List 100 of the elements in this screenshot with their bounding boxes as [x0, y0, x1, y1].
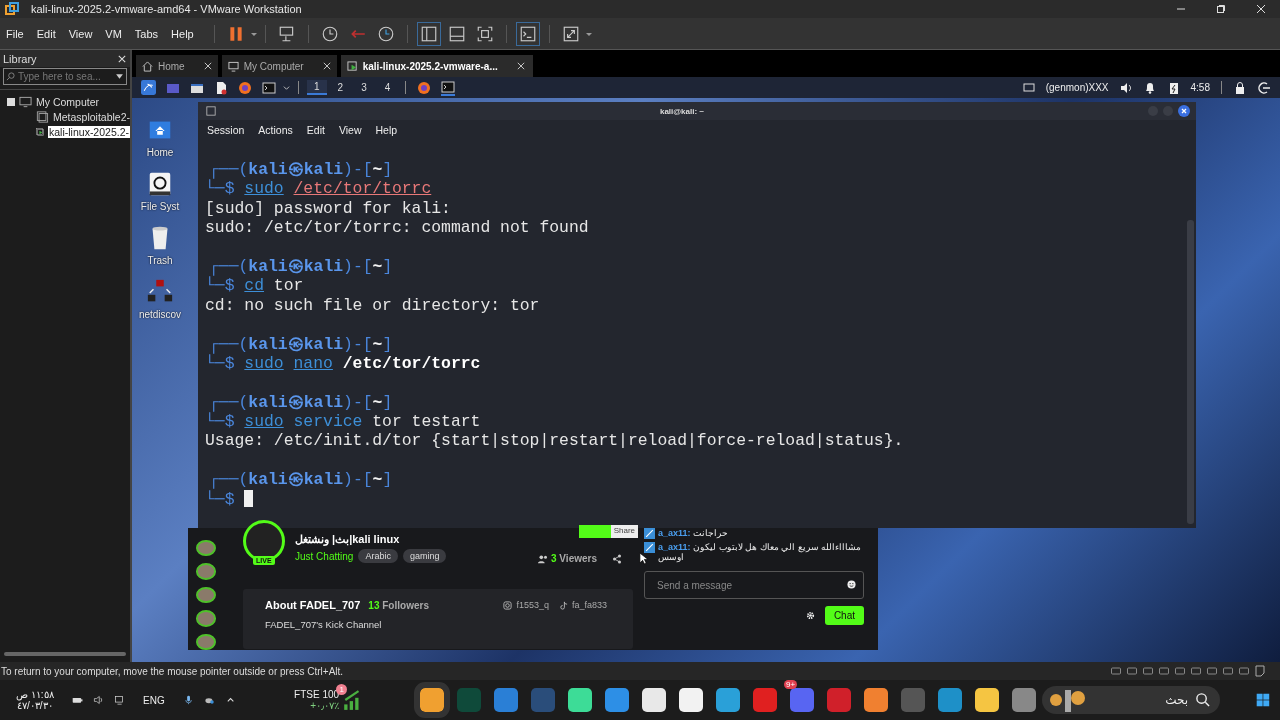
- search-icon: [1195, 692, 1211, 707]
- viewer-count: 3 Viewers: [551, 553, 597, 564]
- tree-item[interactable]: My Computer: [36, 95, 99, 108]
- device-icon[interactable]: [1126, 665, 1138, 677]
- terminal-command: └─$ sudo /etc/tor/torrc: [205, 179, 433, 199]
- avatar[interactable]: [195, 633, 216, 651]
- terminal-icon[interactable]: [516, 22, 539, 45]
- app-icon[interactable]: [568, 688, 593, 712]
- music-note-icon: [558, 600, 568, 610]
- terminal-icon[interactable]: [262, 80, 276, 95]
- desktop-icon-label[interactable]: File Syst: [140, 201, 180, 212]
- clock[interactable]: 4:58: [1190, 82, 1210, 93]
- workspace-button[interactable]: 3: [354, 81, 374, 94]
- lock-icon[interactable]: [1233, 80, 1247, 95]
- app-icon[interactable]: [642, 688, 667, 712]
- avatar[interactable]: [195, 563, 216, 580]
- terminal-output: cd: no such file or directory: tor: [205, 295, 541, 316]
- menu-item[interactable]: Help: [375, 124, 398, 140]
- close-icon[interactable]: [203, 62, 212, 70]
- menu-item[interactable]: Tabs: [134, 27, 159, 40]
- chat-button[interactable]: Chat: [824, 606, 864, 625]
- tab[interactable]: kali-linux-2025.2-vmware-a...: [340, 55, 533, 77]
- terminal-command: └─$ sudo nano /etc/tor/torrc: [205, 353, 482, 374]
- close-icon[interactable]: [118, 55, 126, 63]
- tree-item[interactable]: Metasploitable2-: [52, 110, 130, 123]
- tag[interactable]: gaming: [402, 549, 447, 563]
- tab[interactable]: My Computer: [221, 55, 337, 77]
- close-icon[interactable]: [322, 62, 331, 70]
- workspace-button[interactable]: 1: [307, 80, 327, 95]
- menu-item[interactable]: File: [6, 27, 24, 40]
- device-icon[interactable]: [1238, 665, 1250, 677]
- follow-button[interactable]: [578, 525, 611, 538]
- menu-item[interactable]: View: [68, 27, 93, 40]
- menu-item[interactable]: Help: [171, 27, 194, 40]
- message-field[interactable]: Send a message: [644, 571, 864, 599]
- close-icon[interactable]: [516, 62, 525, 70]
- social-link[interactable]: fa_fa833: [571, 600, 607, 610]
- terminal-prompt: ┌──(kali㉿kali)-[~]: [208, 256, 394, 277]
- terminal-icon[interactable]: [441, 79, 456, 96]
- notes-icon[interactable]: [1254, 665, 1266, 677]
- scrollbar[interactable]: [1187, 220, 1194, 524]
- device-icon[interactable]: [1158, 665, 1170, 677]
- avatar[interactable]: [195, 540, 216, 557]
- clock[interactable]: ١١:٥٨ ص ٤٧/٠٣/٣٠: [16, 689, 54, 711]
- app-icon[interactable]: [864, 688, 889, 712]
- share-icon[interactable]: [612, 553, 622, 564]
- app-icon[interactable]: [716, 688, 741, 712]
- device-icon[interactable]: [1174, 665, 1186, 677]
- browser-icon[interactable]: [238, 80, 252, 95]
- menu-item[interactable]: VM: [105, 27, 122, 40]
- display-icon[interactable]: [1021, 80, 1036, 95]
- device-icon[interactable]: [1110, 665, 1122, 677]
- tree-item[interactable]: kali-linux-2025.2-: [48, 125, 130, 138]
- logout-icon[interactable]: [1257, 80, 1271, 95]
- scrollbar[interactable]: [4, 652, 126, 656]
- window-title: kali-linux-2025.2-vmware-amd64 - VMware Workstation: [31, 3, 302, 15]
- desktop-icon-label[interactable]: Trash: [147, 255, 173, 266]
- avatar[interactable]: [195, 610, 216, 627]
- workspace-button[interactable]: 4: [377, 81, 398, 94]
- smiley-icon[interactable]: [847, 580, 856, 589]
- device-icon[interactable]: [1222, 665, 1234, 677]
- caret-icon[interactable]: [283, 84, 290, 91]
- dragon-logo-icon[interactable]: [141, 80, 156, 95]
- maximize-icon[interactable]: [1216, 4, 1226, 14]
- search-field[interactable]: Type here to sea...: [3, 68, 127, 85]
- badge-icon: [644, 528, 655, 539]
- terminal-prompt: ┌──(kali㉿kali)-[~]: [208, 160, 394, 180]
- close-icon[interactable]: [1256, 4, 1266, 14]
- category-link[interactable]: Just Chatting: [295, 550, 354, 562]
- device-icon[interactable]: [1142, 665, 1154, 677]
- menu-item[interactable]: Edit: [36, 27, 56, 40]
- menu-item[interactable]: Edit: [306, 124, 325, 140]
- social-link[interactable]: f1553_q: [516, 600, 549, 610]
- tag[interactable]: Arabic: [358, 549, 398, 563]
- search-field[interactable]: بحث: [1042, 686, 1221, 714]
- menu-item[interactable]: View: [338, 124, 362, 140]
- terminal-output: Usage: /etc/init.d/tor {start|stop|restart|reload|force-reload|status}.: [205, 431, 905, 451]
- app-icon[interactable]: [975, 688, 1000, 712]
- device-icon[interactable]: [1206, 665, 1218, 677]
- document-icon[interactable]: [214, 80, 228, 95]
- avatar[interactable]: [195, 586, 216, 604]
- tab[interactable]: Home: [136, 55, 218, 77]
- app-icon[interactable]: [679, 688, 704, 712]
- computer-icon: [19, 95, 32, 108]
- sidebar-icon[interactable]: [417, 22, 440, 45]
- mouse-pointer-icon: [639, 552, 648, 565]
- browser-icon[interactable]: [417, 80, 432, 95]
- settings-icon[interactable]: [805, 611, 815, 620]
- workspace-button[interactable]: 2: [330, 81, 351, 94]
- language-indicator[interactable]: ENG: [143, 694, 165, 706]
- caret-icon[interactable]: [115, 72, 124, 81]
- close-icon[interactable]: [1178, 105, 1190, 117]
- device-icon[interactable]: [1190, 665, 1202, 677]
- vm-icon: [36, 110, 49, 123]
- desktop-icon-label[interactable]: Home: [146, 147, 174, 158]
- collapse-toggle[interactable]: [7, 97, 15, 106]
- menu-item[interactable]: Session: [207, 124, 245, 140]
- menu-item[interactable]: Actions: [258, 124, 293, 140]
- desktop-icon-label[interactable]: netdiscov: [138, 309, 182, 320]
- library-title: Library: [3, 53, 37, 65]
